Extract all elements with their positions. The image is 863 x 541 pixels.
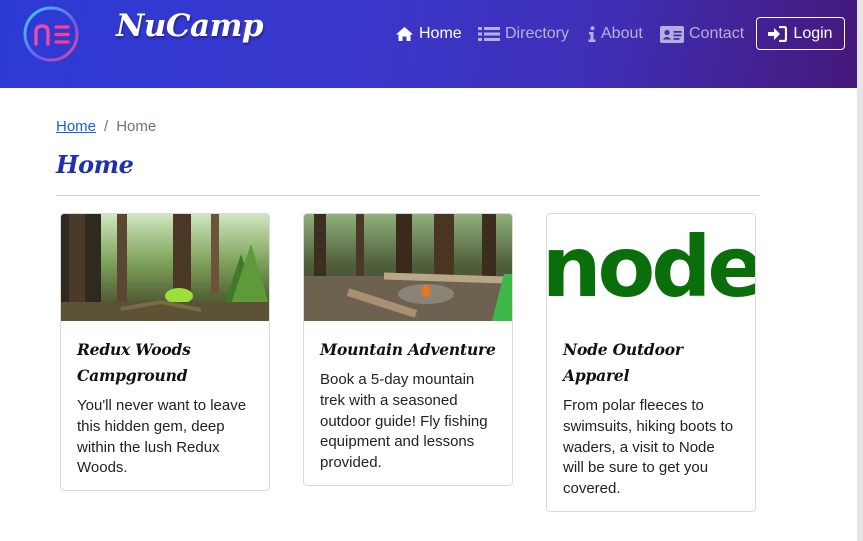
card-node-outdoor-apparel[interactable]: node Node Outdoor Apparel From polar fle… xyxy=(546,213,756,512)
login-button[interactable]: Login xyxy=(756,17,845,50)
breadcrumb-separator: / xyxy=(104,118,109,135)
login-label: Login xyxy=(793,24,833,42)
node-logo: node xyxy=(547,214,755,321)
campfire-forest-photo xyxy=(304,214,512,321)
card-text: Book a 5-day mountain trek with a season… xyxy=(320,371,488,472)
card-body: Mountain Adventure Book a 5-day mountain… xyxy=(304,321,512,485)
scrollbar[interactable] xyxy=(857,0,863,541)
nav-item-about[interactable]: About xyxy=(588,24,643,44)
title-divider xyxy=(56,195,760,196)
brand-name[interactable]: NuCamp xyxy=(116,8,264,44)
card-title: Node Outdoor Apparel xyxy=(563,340,683,385)
breadcrumb-link-home[interactable]: Home xyxy=(56,118,96,135)
card-body: Redux Woods Campground You'll never want… xyxy=(61,321,269,490)
navbar: NuCamp Home Directory About Contact Logi… xyxy=(0,0,857,88)
card-redux-woods[interactable]: Redux Woods Campground You'll never want… xyxy=(60,213,270,491)
card-text: From polar fleeces to swimsuits, hiking … xyxy=(563,397,734,498)
page-title: Home xyxy=(56,150,134,179)
nav-item-home[interactable]: Home xyxy=(395,24,462,44)
nav-label-about: About xyxy=(601,25,643,42)
card-title: Mountain Adventure xyxy=(320,340,496,359)
nav-item-directory[interactable]: Directory xyxy=(478,24,569,44)
card-text: You'll never want to leave this hidden g… xyxy=(77,397,247,477)
nav-label-contact: Contact xyxy=(689,25,745,42)
info-icon xyxy=(588,26,596,42)
card-mountain-adventure[interactable]: Mountain Adventure Book a 5-day mountain… xyxy=(303,213,513,486)
nucamp-logo-icon[interactable] xyxy=(18,6,84,62)
sign-in-icon xyxy=(768,25,788,42)
list-icon xyxy=(478,27,500,41)
node-logo-text: node xyxy=(547,218,755,316)
nav-item-contact[interactable]: Contact xyxy=(660,24,744,44)
breadcrumb-current: Home xyxy=(116,118,157,135)
nav-label-directory: Directory xyxy=(505,25,570,42)
card-body: Node Outdoor Apparel From polar fleeces … xyxy=(547,321,755,511)
card-title: Redux Woods Campground xyxy=(77,340,191,385)
forest-campsite-photo xyxy=(61,214,269,321)
nav-label-home: Home xyxy=(419,25,462,42)
breadcrumb: Home / Home xyxy=(56,118,156,135)
address-card-icon xyxy=(660,25,684,43)
home-icon xyxy=(396,27,413,41)
